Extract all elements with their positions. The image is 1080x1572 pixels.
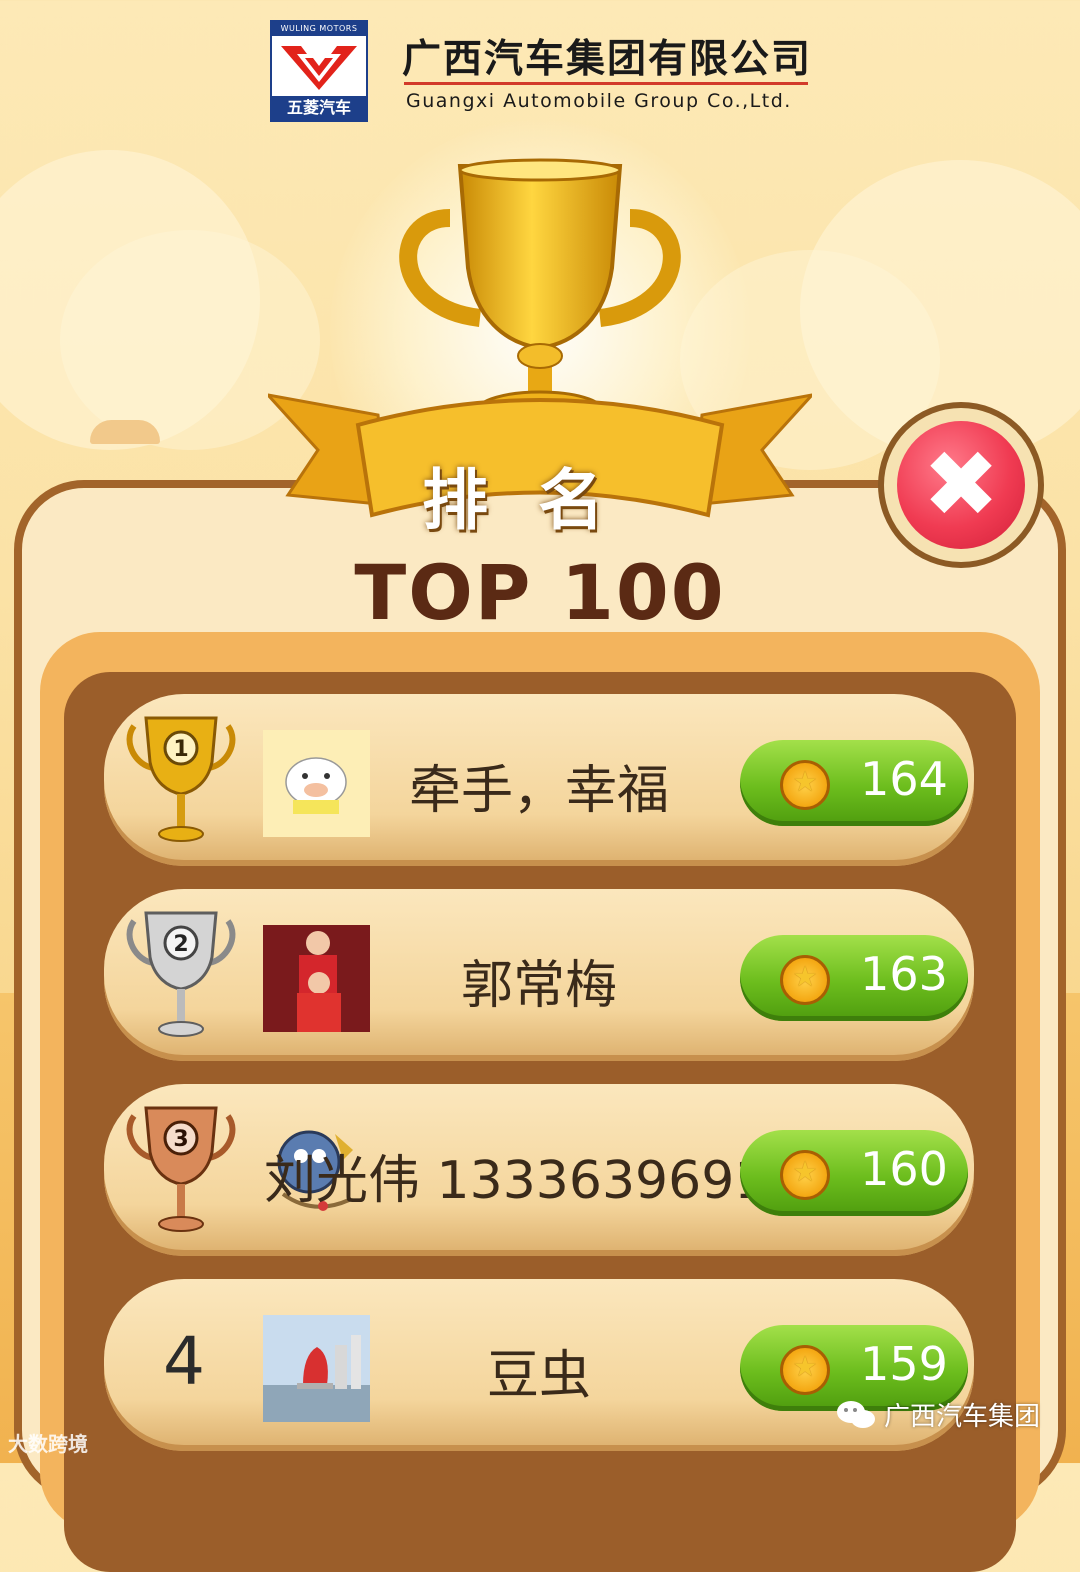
coin-icon: [780, 1345, 830, 1395]
company-name-en: Guangxi Automobile Group Co.,Ltd.: [406, 90, 792, 112]
player-score: 164: [860, 752, 948, 806]
wechat-icon: [837, 1400, 875, 1428]
ranking-title: 排名: [422, 462, 654, 539]
score-pill: 164: [740, 740, 968, 826]
company-divider: [404, 82, 808, 85]
close-button[interactable]: ✖: [878, 402, 1044, 568]
rank-number: 4: [163, 1323, 205, 1400]
svg-text:3: 3: [173, 1127, 188, 1152]
watermark-left: 大数跨境: [8, 1432, 88, 1456]
player-score: 160: [860, 1142, 948, 1196]
coin-icon: [780, 955, 830, 1005]
player-score: 163: [860, 947, 948, 1001]
logo-bottom-text: 五菱汽车: [272, 96, 366, 120]
svg-text:1: 1: [173, 737, 188, 762]
watermark-right-text: 广西汽车集团: [884, 1402, 1041, 1432]
wuling-logo: WULING MOTORS 五菱汽车: [270, 20, 368, 122]
svg-text:2: 2: [173, 932, 188, 957]
leaderboard-row[interactable]: 2 郭常梅 163: [104, 889, 974, 1061]
close-icon: ✖: [897, 421, 1025, 549]
leaderboard-subtitle: TOP 100: [354, 548, 726, 637]
coin-icon: [780, 760, 830, 810]
gold-cup-icon: 1: [126, 716, 236, 842]
leaderboard-row[interactable]: 1 牵手，幸福 164: [104, 694, 974, 866]
silver-cup-icon: 2: [126, 911, 236, 1037]
player-score: 159: [860, 1337, 948, 1391]
leaderboard-row[interactable]: 3 刘光伟 13336396913 160: [104, 1084, 974, 1256]
wuling-wing-icon: [281, 46, 357, 90]
bronze-cup-icon: 3: [126, 1106, 236, 1232]
score-pill: 160: [740, 1130, 968, 1216]
watermark-right: 广西汽车集团: [836, 1396, 1040, 1433]
player-name: 郭常梅: [460, 956, 617, 1016]
logo-top-text: WULING MOTORS: [272, 22, 366, 36]
coin-icon: [780, 1150, 830, 1200]
background-cloud: [90, 420, 160, 444]
player-name: 豆虫: [486, 1346, 591, 1406]
score-pill: 163: [740, 935, 968, 1021]
company-name-cn: 广西汽车集团有限公司: [402, 37, 813, 82]
player-name: 牵手，幸福: [408, 761, 669, 821]
